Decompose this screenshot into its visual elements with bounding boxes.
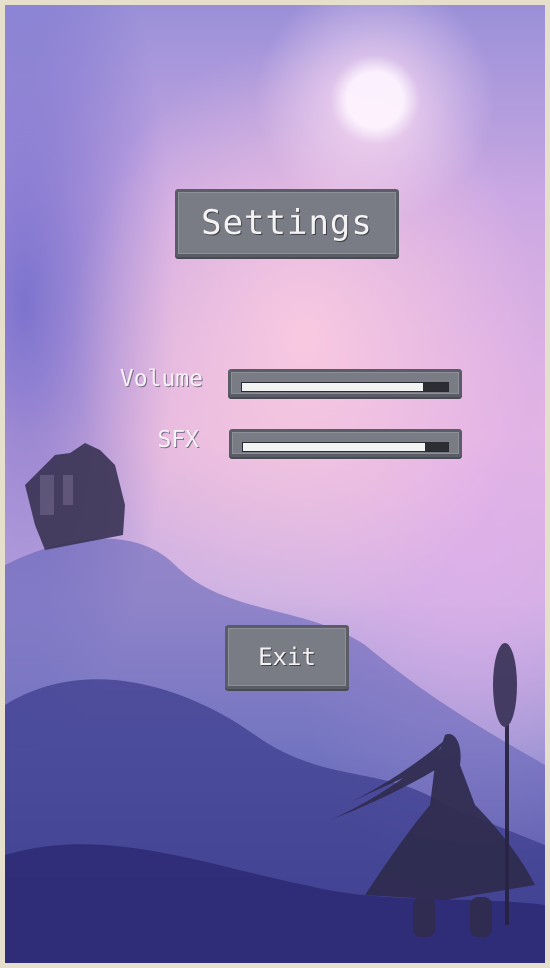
volume-slider[interactable] [228,369,462,397]
sfx-slider-fill [243,443,426,451]
exit-button[interactable]: Exit [225,625,349,689]
sfx-label: SFX [157,427,199,453]
exit-button-label: Exit [258,643,316,671]
tower-silhouette [25,443,125,550]
settings-title-panel: Settings [175,189,399,257]
volume-slider-track[interactable] [241,382,449,392]
game-screen: Settings Volume SFX Exit [0,0,550,968]
background-painting [5,5,545,963]
volume-slider-fill [242,383,424,391]
sfx-slider-track[interactable] [242,442,449,452]
sfx-slider[interactable] [229,429,462,457]
volume-label: Volume [119,366,203,392]
background-scenery [5,443,545,963]
settings-title: Settings [201,203,373,243]
